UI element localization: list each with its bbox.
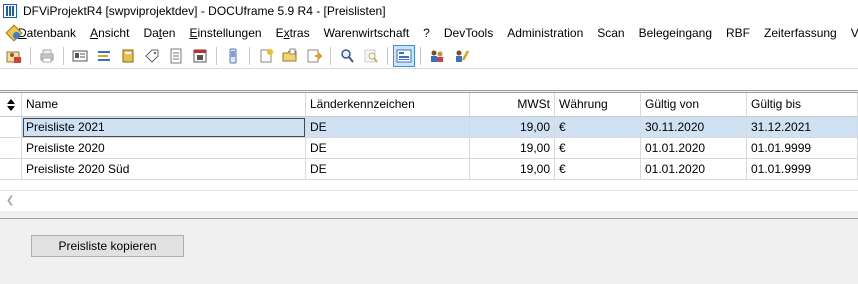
toolbar-separator (216, 46, 217, 65)
user-edit-icon[interactable] (450, 45, 472, 67)
menu-label: DevTools (443, 25, 494, 40)
window-title: DFViProjektR4 [swpviprojektdev] - DOCUfr… (23, 4, 386, 18)
menu-label: Warenwirtschaft (323, 25, 410, 40)
menu-label: instellungen (197, 25, 262, 40)
search-disabled-icon[interactable] (360, 45, 382, 67)
menu-accelerator: E (189, 25, 198, 40)
cell-valid-to[interactable]: 01.01.9999 (747, 138, 858, 159)
toolbar-separator (249, 46, 250, 65)
menu-label: en (162, 25, 176, 40)
menu-item[interactable]: Zeiterfassung (757, 26, 844, 40)
cell-vat[interactable]: 19,00 (470, 138, 555, 159)
menu-item[interactable]: Ve (844, 26, 858, 40)
view-toggle-icon[interactable] (393, 44, 415, 67)
menu-label: nsicht (98, 25, 130, 40)
row-header (0, 117, 22, 138)
action-panel: Preisliste kopieren (0, 218, 858, 284)
toolbar-separator (387, 46, 388, 65)
toolbar-separator (420, 46, 421, 65)
column-header-valid-to[interactable]: Gültig bis (747, 93, 858, 117)
table-header: Name Länderkennzeichen MWSt Währung Gült… (0, 93, 858, 117)
id-card-icon[interactable] (69, 45, 91, 67)
book-icon[interactable] (117, 45, 139, 67)
menu-item[interactable]: Scan (590, 26, 631, 40)
menu-item[interactable]: RBF (719, 26, 757, 40)
menu-item[interactable]: Ansicht (83, 26, 136, 40)
menu-label: tras (289, 25, 310, 40)
table-row[interactable]: Preisliste 2021 DE 19,00 € 30.11.2020 31… (0, 117, 858, 138)
cell-valid-from[interactable]: 01.01.2020 (641, 138, 747, 159)
title-bar: DFViProjektR4 [swpviprojektdev] - DOCUfr… (0, 0, 858, 22)
menu-label: Scan (597, 25, 625, 40)
menu-label: Administration (507, 25, 584, 40)
cell-country-code[interactable]: DE (306, 138, 470, 159)
document-icon[interactable] (165, 45, 187, 67)
tag-icon[interactable] (141, 45, 163, 67)
menu-item[interactable]: Einstellungen (182, 26, 268, 40)
open-folder-icon[interactable] (279, 45, 301, 67)
menu-label: Ve (850, 25, 858, 40)
menu-item[interactable]: ? (416, 26, 437, 40)
toolbar (0, 43, 858, 69)
toolbar-separator (63, 46, 64, 65)
print-icon[interactable] (36, 45, 58, 67)
cell-country-code[interactable]: DE (306, 159, 470, 180)
menu-item[interactable]: Administration (500, 26, 590, 40)
user-card-icon[interactable] (3, 45, 25, 67)
column-header-name[interactable]: Name (22, 93, 306, 117)
menu-item[interactable]: Daten (136, 26, 182, 40)
phone-icon[interactable] (222, 45, 244, 67)
menu-item[interactable]: Extras (269, 26, 317, 40)
menu-label: Belegeingang (638, 25, 713, 40)
table-row[interactable]: Preisliste 2020 Süd DE 19,00 € 01.01.202… (0, 159, 858, 180)
cell-valid-to[interactable]: 01.01.9999 (747, 159, 858, 180)
cell-name[interactable]: Preisliste 2021 (22, 117, 306, 138)
copy-price-list-button[interactable]: Preisliste kopieren (31, 235, 184, 257)
calendar-icon[interactable] (189, 45, 211, 67)
users-icon[interactable] (426, 45, 448, 67)
cell-valid-from[interactable]: 01.01.2020 (641, 159, 747, 180)
sort-toggle[interactable] (0, 93, 22, 117)
column-header-valid-from[interactable]: Gültig von (641, 93, 747, 117)
column-header-vat[interactable]: MWSt (470, 93, 555, 117)
menu-label: atenbank (26, 25, 77, 40)
cell-currency[interactable]: € (555, 138, 641, 159)
column-header-currency[interactable]: Währung (555, 93, 641, 117)
menu-bar: DatenbankAnsichtDatenEinstellungenExtras… (0, 22, 858, 43)
sort-arrows-icon (0, 93, 21, 116)
cell-currency[interactable]: € (555, 159, 641, 180)
toolbar-separator (330, 46, 331, 65)
menu-accelerator: A (90, 25, 99, 40)
cell-vat[interactable]: 19,00 (470, 159, 555, 180)
toolbar-separator (30, 46, 31, 65)
menu-label: ? (423, 25, 430, 40)
table-row[interactable]: Preisliste 2020 DE 19,00 € 01.01.2020 01… (0, 138, 858, 159)
cell-vat[interactable]: 19,00 (470, 117, 555, 138)
filter-strip (0, 69, 858, 91)
menu-item[interactable]: Warenwirtschaft (317, 26, 417, 40)
row-header (0, 159, 22, 180)
menu-item[interactable]: Belegeingang (632, 26, 719, 40)
menu-label: E (275, 25, 284, 40)
cell-valid-to[interactable]: 31.12.2021 (747, 117, 858, 138)
app-icon (3, 4, 17, 18)
cell-country-code[interactable]: DE (306, 117, 470, 138)
menu-label: RBF (726, 25, 751, 40)
horizontal-scrollbar[interactable]: ❮ (0, 190, 858, 209)
menu-item[interactable]: DevTools (437, 26, 500, 40)
column-header-country-code[interactable]: Länderkennzeichen (306, 93, 470, 117)
scroll-left-icon[interactable]: ❮ (6, 195, 14, 206)
cell-name[interactable]: Preisliste 2020 Süd (22, 159, 306, 180)
menu-label: Da (143, 25, 159, 40)
row-header (0, 138, 22, 159)
new-document-icon[interactable] (255, 45, 277, 67)
cell-name[interactable]: Preisliste 2020 (22, 138, 306, 159)
list-icon[interactable] (93, 45, 115, 67)
cell-valid-from[interactable]: 30.11.2020 (641, 117, 747, 138)
search-icon[interactable] (336, 45, 358, 67)
menu-label: Zeiterfassung (764, 25, 837, 40)
cell-currency[interactable]: € (555, 117, 641, 138)
export-icon[interactable] (303, 45, 325, 67)
